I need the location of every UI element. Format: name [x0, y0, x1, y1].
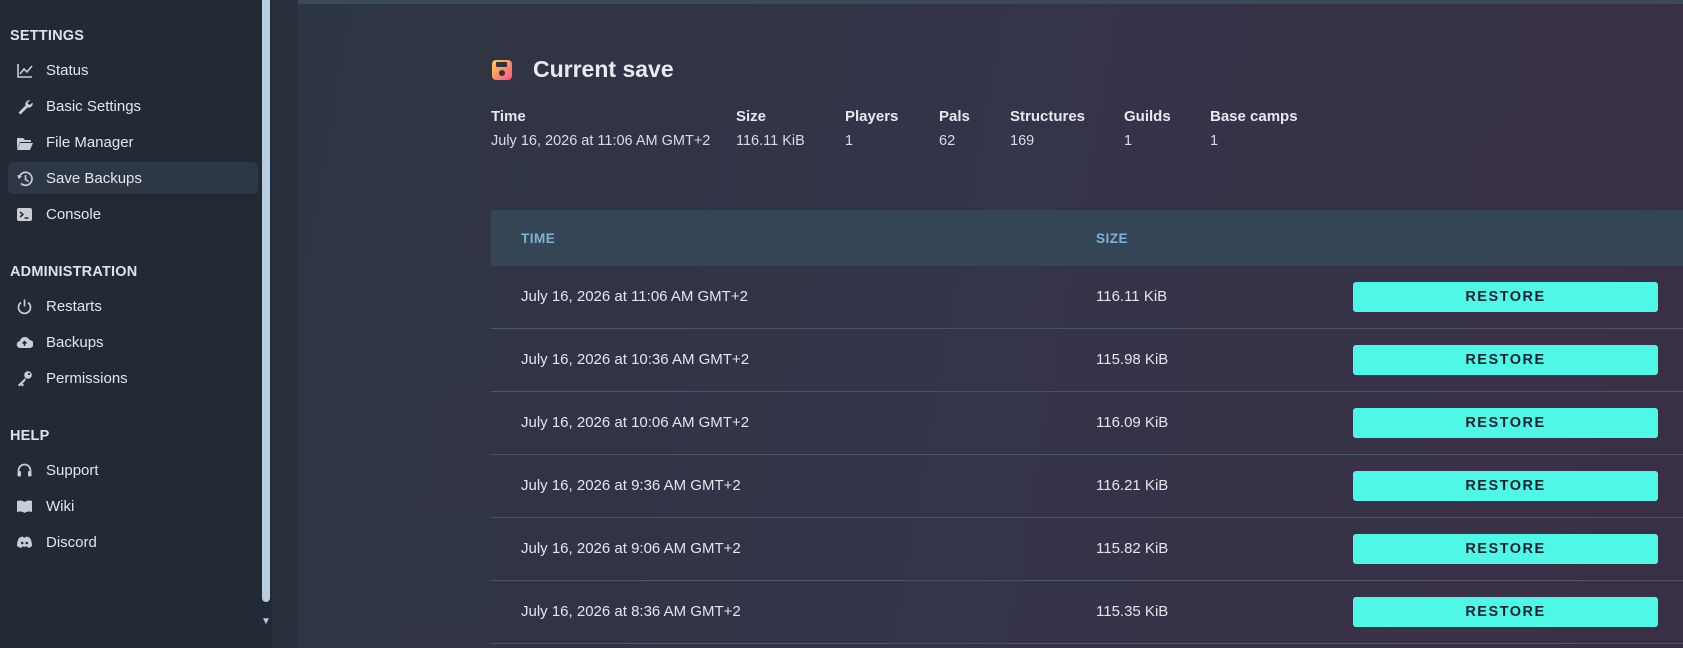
sidebar-item-label: Wiki	[46, 497, 75, 515]
stat-value: 169	[1010, 133, 1035, 149]
key-icon	[14, 368, 34, 388]
backups-table: TIME SIZE July 16, 2026 at 11:06 AM GMT+…	[491, 210, 1683, 644]
backup-size: 116.11 KiB	[1096, 288, 1168, 305]
restore-button[interactable]: RESTORE	[1353, 471, 1658, 501]
current-save-header: Current save	[491, 56, 674, 83]
table-header: TIME SIZE	[491, 210, 1683, 266]
stat-value: 1	[1124, 133, 1133, 149]
stat-size: Size 116.11 KiB	[736, 108, 805, 149]
scroll-down-arrow-icon[interactable]: ▼	[261, 617, 271, 627]
sidebar-nav: SETTINGS Status Basic Settings File Manager…	[0, 0, 262, 648]
sidebar-item-label: Backups	[46, 333, 104, 351]
cloud-upload-icon	[14, 332, 34, 352]
sidebar-scrollbar-thumb[interactable]	[262, 0, 270, 602]
sidebar-item-label: Support	[46, 461, 99, 479]
backup-size: 115.98 KiB	[1096, 351, 1169, 368]
column-header-size[interactable]: SIZE	[1096, 231, 1128, 246]
backup-size: 115.82 KiB	[1096, 540, 1169, 557]
sidebar-item-support[interactable]: Support	[8, 454, 258, 486]
sidebar-section-settings: SETTINGS	[10, 28, 85, 44]
stat-label: Size	[736, 108, 767, 125]
stat-label: Players	[845, 108, 899, 125]
save-icon	[492, 59, 512, 80]
terminal-icon	[14, 204, 34, 224]
sidebar-item-label: Basic Settings	[46, 97, 142, 115]
stat-label: Structures	[1010, 108, 1086, 125]
backup-time: July 16, 2026 at 9:06 AM GMT+2	[521, 540, 741, 557]
stat-label: Pals	[939, 108, 970, 125]
sidebar-section-gap	[0, 398, 262, 426]
stat-value: 62	[939, 133, 956, 149]
backup-time: July 16, 2026 at 9:36 AM GMT+2	[521, 477, 741, 494]
sidebar-item-permissions[interactable]: Permissions	[8, 362, 258, 394]
stat-label: Base camps	[1210, 108, 1298, 125]
sidebar-item-discord[interactable]: Discord	[8, 526, 258, 558]
sidebar: SETTINGS Status Basic Settings File Manager…	[0, 0, 263, 648]
backup-time: July 16, 2026 at 10:06 AM GMT+2	[521, 414, 750, 431]
restore-button[interactable]: RESTORE	[1353, 597, 1658, 627]
sidebar-item-file-manager[interactable]: File Manager	[8, 126, 258, 158]
restore-button[interactable]: RESTORE	[1353, 345, 1658, 375]
table-row: July 16, 2026 at 11:06 AM GMT+2 116.11 Ki…	[491, 266, 1683, 329]
backup-size: 116.21 KiB	[1096, 477, 1169, 494]
discord-icon	[14, 532, 34, 552]
history-icon	[14, 168, 34, 188]
restore-button[interactable]: RESTORE	[1353, 408, 1658, 438]
stat-value: July 16, 2026 at 11:06 AM GMT+2	[491, 133, 711, 149]
stat-label: Guilds	[1124, 108, 1171, 125]
table-row: July 16, 2026 at 10:36 AM GMT+2 115.98 Ki…	[491, 329, 1683, 392]
headset-icon	[14, 460, 34, 480]
stat-value: 1	[845, 133, 854, 149]
chart-line-icon	[14, 60, 34, 80]
table-row: July 16, 2026 at 9:06 AM GMT+2 115.82 KiB…	[491, 518, 1683, 581]
sidebar-item-label: Console	[46, 205, 102, 223]
sidebar-item-label: Status	[46, 61, 89, 79]
sidebar-item-restarts[interactable]: Restarts	[8, 290, 258, 322]
backup-size: 115.35 KiB	[1096, 603, 1169, 620]
table-row: July 16, 2026 at 9:36 AM GMT+2 116.21 KiB…	[491, 455, 1683, 518]
sidebar-item-label: Discord	[46, 533, 97, 551]
restore-button[interactable]: RESTORE	[1353, 282, 1658, 312]
sidebar-section-help: HELP	[10, 428, 50, 444]
table-body: July 16, 2026 at 11:06 AM GMT+2 116.11 Ki…	[491, 266, 1683, 644]
column-header-time[interactable]: TIME	[521, 231, 555, 246]
sidebar-item-status[interactable]: Status	[8, 54, 258, 86]
sidebar-item-console[interactable]: Console	[8, 198, 258, 230]
sidebar-item-backups[interactable]: Backups	[8, 326, 258, 358]
stat-guilds: Guilds 1	[1124, 108, 1171, 149]
sidebar-item-basic-settings[interactable]: Basic Settings	[8, 90, 258, 122]
backup-time: July 16, 2026 at 8:36 AM GMT+2	[521, 603, 741, 620]
stat-structures: Structures 169	[1010, 108, 1085, 149]
table-row: July 16, 2026 at 10:06 AM GMT+2 116.09 Ki…	[491, 392, 1683, 455]
stat-players: Players 1	[845, 108, 898, 149]
sidebar-item-label: Permissions	[46, 369, 128, 387]
backup-time: July 16, 2026 at 11:06 AM GMT+2	[521, 288, 748, 305]
sidebar-divider	[272, 0, 298, 648]
table-row: July 16, 2026 at 8:36 AM GMT+2 115.35 KiB…	[491, 581, 1683, 644]
backup-time: July 16, 2026 at 10:36 AM GMT+2	[521, 351, 750, 368]
folder-open-icon	[14, 132, 34, 152]
stat-value: 116.11 KiB	[736, 133, 805, 149]
stat-base-camps: Base camps 1	[1210, 108, 1298, 149]
main-content: Current save Time July 16, 2026 at 11:06 …	[298, 0, 1683, 648]
stat-time: Time July 16, 2026 at 11:06 AM GMT+2	[491, 108, 710, 149]
sidebar-item-wiki[interactable]: Wiki	[8, 490, 258, 522]
wrench-icon	[14, 96, 34, 116]
stat-pals: Pals 62	[939, 108, 970, 149]
top-border	[298, 0, 1683, 4]
restore-button[interactable]: RESTORE	[1353, 534, 1658, 564]
sidebar-item-save-backups[interactable]: Save Backups	[8, 162, 258, 194]
sidebar-section-gap	[0, 234, 262, 262]
sidebar-item-label: Save Backups	[46, 169, 142, 187]
stat-label: Time	[491, 108, 526, 125]
sidebar-item-label: Restarts	[46, 297, 102, 315]
current-save-title: Current save	[533, 56, 674, 82]
book-icon	[14, 496, 34, 516]
sidebar-section-administration: ADMINISTRATION	[10, 264, 138, 280]
sidebar-item-label: File Manager	[46, 133, 134, 151]
backup-size: 116.09 KiB	[1096, 414, 1169, 431]
stat-value: 1	[1210, 133, 1219, 149]
power-icon	[14, 296, 34, 316]
